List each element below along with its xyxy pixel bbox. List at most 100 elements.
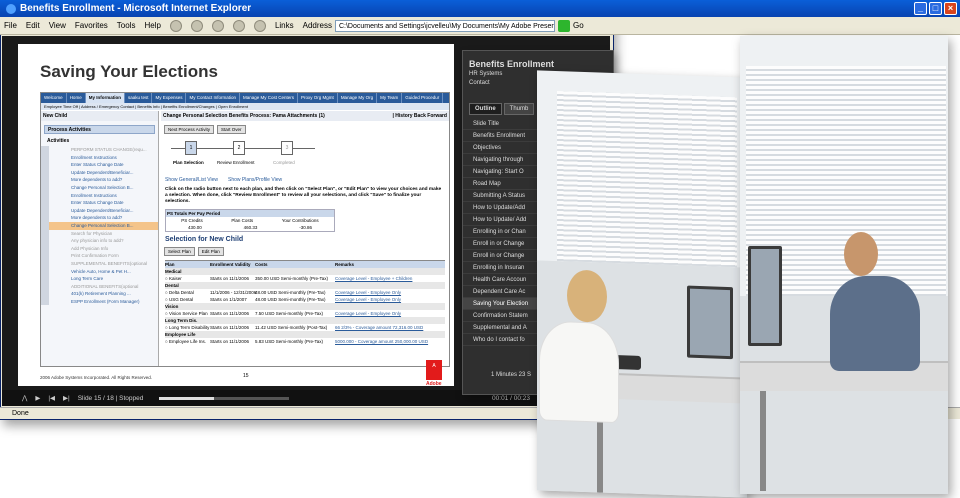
table-cell: ○ Employee Life Ins. (165, 339, 206, 344)
portal-tab[interactable]: My Information (85, 93, 125, 103)
table-cell[interactable]: Coverage Level - Employee Only (335, 310, 445, 317)
play-icon[interactable]: ▶ (35, 394, 40, 402)
previous-icon[interactable]: |◀ (48, 394, 55, 402)
menu-tools[interactable]: Tools (117, 21, 136, 30)
stop-icon[interactable] (211, 19, 224, 32)
plans-view-link[interactable]: Show Plans/Profile View (228, 177, 282, 183)
table-cell (335, 268, 445, 275)
table-row[interactable]: ○ USG Dental Starts on 1/1/2007 48.00 USD … (165, 296, 445, 303)
refresh-icon[interactable] (232, 19, 245, 32)
portal-tab[interactable]: Guided Procedur (402, 93, 444, 103)
portal-tab[interactable]: Manage My Org (338, 93, 378, 103)
adobe-small-icon: ⋀ (22, 395, 28, 402)
table-cell[interactable]: Coverage Level - Employee Only (335, 289, 445, 296)
table-row[interactable]: ○ Long Term Disability Starts on 11/1/200… (165, 324, 445, 331)
activity-item[interactable]: SUPPLEMENTAL BENEFITS(optional (41, 259, 158, 268)
activity-item[interactable]: Enrollment Instructions (41, 191, 158, 200)
activity-item[interactable]: Add Physician Info (41, 244, 158, 253)
table-cell[interactable]: Coverage Level - Employee + Children (335, 275, 445, 282)
table-cell (210, 317, 255, 324)
table-row[interactable]: ○ Kaiser Starts on 11/1/2006 350.00 USD Se… (165, 275, 445, 282)
table-cell: ○ USG Dental (165, 297, 193, 302)
totals-table: PS Totals Per Pay Period PS Credits Plan… (165, 209, 335, 232)
table-cell (210, 282, 255, 289)
menu-bar: File Edit View Favorites Tools Help Link… (0, 17, 960, 35)
portal-tab[interactable]: saaku test (125, 93, 153, 103)
next-icon[interactable]: ▶| (63, 394, 70, 402)
next-activity-button[interactable]: Next Process Activity (164, 125, 215, 134)
activity-item[interactable]: Change Personal Selection B... (41, 221, 158, 230)
totals-header: Your Contributions (281, 218, 319, 223)
tab-thumb[interactable]: Thumb (503, 103, 535, 115)
outline-timer: 1 Minutes 23 S (491, 372, 532, 378)
adobe-logo: A Adobe (426, 360, 442, 387)
portal-tab[interactable]: My Expenses (152, 93, 187, 103)
activity-item[interactable]: Change Personal Selection B... (41, 183, 158, 192)
activity-item[interactable]: Vehicle Auto, Home & Pet H... (41, 267, 158, 276)
close-button[interactable]: × (944, 2, 957, 15)
portal-tab[interactable]: My Contact Information (186, 93, 241, 103)
table-row[interactable]: ○ Employee Life Ins. Starts on 11/1/2006 5… (165, 338, 445, 345)
history-links[interactable]: | History Back Forward (393, 113, 447, 119)
select-plan-button[interactable]: Select Plan (164, 247, 195, 256)
home-icon[interactable] (253, 19, 266, 32)
links-label[interactable]: Links (275, 21, 294, 30)
table-cell[interactable]: 5000.000 - Coverage amount 250,000.00 US… (335, 338, 445, 345)
activity-item[interactable]: Enter Status Change Date (41, 161, 158, 169)
step-2-label: Review Enrollment (217, 160, 255, 165)
address-input[interactable]: C:\Documents and Settings\jcvelleu\My Do… (334, 19, 555, 32)
maximize-button[interactable]: □ (929, 2, 942, 15)
activity-item[interactable]: Long Term Care (41, 275, 158, 283)
activity-item[interactable]: 401(k) Retirement Planning ... (41, 290, 158, 298)
portal-tab[interactable]: Home (67, 93, 86, 103)
activity-item[interactable]: ESPP Enrollment (Form Manager) (41, 297, 158, 306)
minimize-button[interactable]: _ (914, 2, 927, 15)
table-cell: ○ Delta Dental (165, 290, 194, 295)
step-3: 3 (281, 141, 293, 155)
tab-outline[interactable]: Outline (469, 103, 502, 115)
table-cell (255, 303, 335, 310)
outline-title: Benefits Enrollment (469, 59, 555, 69)
column-header: Remarks (335, 262, 355, 267)
table-row[interactable]: ○ Vision Service Plan Starts on 11/1/2006… (165, 310, 445, 317)
menu-edit[interactable]: Edit (26, 21, 40, 30)
menu-view[interactable]: View (49, 21, 66, 30)
portal-tab[interactable]: My Team (377, 93, 403, 103)
activity-item[interactable]: Enter Status Change Date (41, 199, 158, 207)
activity-item[interactable]: Search for Physician (41, 229, 158, 238)
plans-table: Plan Enrollment Validity Costs Remarks M… (165, 260, 445, 345)
table-cell[interactable]: 66 2/3% - Coverage amount 72,316.00 USD (335, 324, 445, 331)
back-icon[interactable] (169, 19, 182, 32)
start-over-button[interactable]: Start Over (217, 125, 246, 134)
go-label[interactable]: Go (573, 21, 584, 30)
menu-help[interactable]: Help (144, 21, 160, 30)
go-icon[interactable] (557, 19, 570, 32)
activity-item[interactable]: Print Confirmation Form (41, 252, 158, 260)
activity-item[interactable]: Any physician info to add? (41, 237, 158, 245)
table-cell[interactable]: Coverage Level - Employee Only (335, 296, 445, 303)
column-header: Costs (255, 262, 268, 267)
totals-value: -30.86 (299, 225, 313, 230)
table-cell: Dental (165, 283, 179, 288)
portal-tab[interactable]: Proxy Org Mgmt (298, 93, 338, 103)
portal-tab[interactable]: Manage My Cost Centers (240, 93, 299, 103)
activity-item[interactable]: Enrollment Instructions (41, 153, 158, 162)
activity-item[interactable]: Update Dependent/Beneficiar... (41, 168, 158, 177)
ie-icon (6, 3, 16, 14)
forward-icon[interactable] (190, 19, 203, 32)
edit-plan-button[interactable]: Edit Plan (197, 247, 224, 256)
menu-favorites[interactable]: Favorites (75, 21, 108, 30)
menu-file[interactable]: File (4, 21, 17, 30)
slide: Saving Your Elections Welcome Home My Info… (18, 44, 454, 387)
activity-item[interactable]: Update Dependent/Beneficiar... (41, 206, 158, 215)
activity-item[interactable]: More dependents to add? (41, 214, 158, 222)
table-cell: 5.83 USD Semi-monthly (Pre-Tax) (255, 339, 324, 344)
activity-item[interactable]: PERFORM STATUS CHANGE(requ... (41, 146, 158, 154)
general-view-link[interactable]: Show General/List View (165, 177, 218, 183)
progress-bar[interactable] (159, 396, 290, 400)
table-row[interactable]: ○ Delta Dental 11/1/2006 - 12/31/2006 48.0… (165, 289, 445, 296)
activity-item[interactable]: ADDITIONAL BENEFITS(optional (41, 282, 158, 291)
portal-tab[interactable]: Welcome (41, 93, 67, 103)
table-cell (335, 317, 445, 324)
activity-item[interactable]: More dependents to add? (41, 176, 158, 184)
